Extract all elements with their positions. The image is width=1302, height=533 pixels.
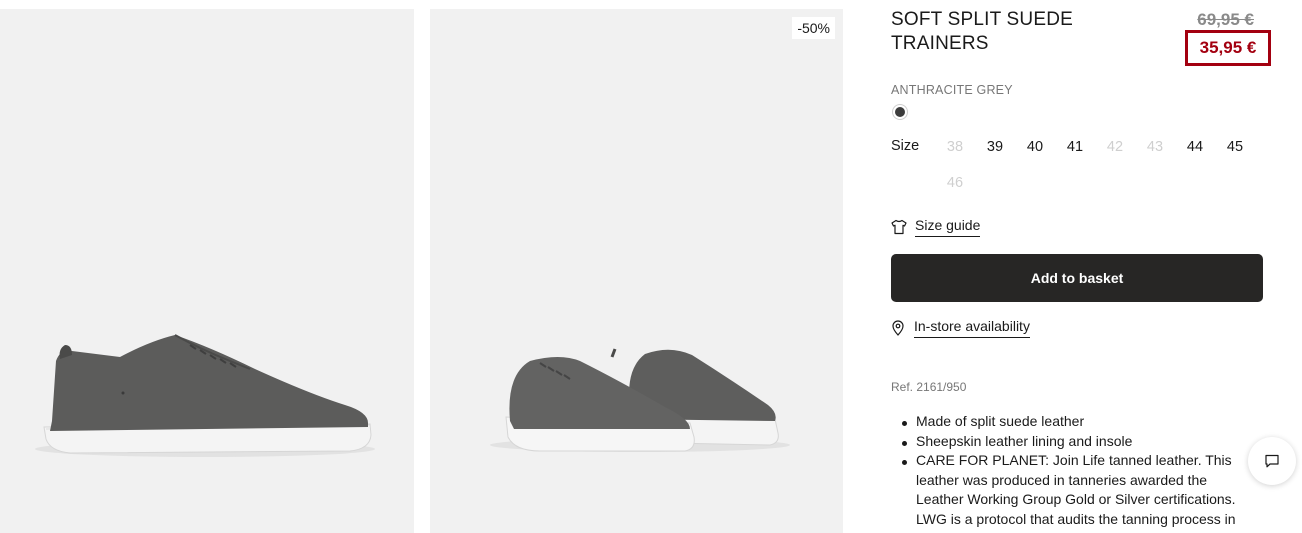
size-option-45[interactable]: 45 xyxy=(1215,138,1255,157)
feature-list: Made of split suede leather Sheepskin le… xyxy=(901,412,1241,529)
sale-price: 35,95 € xyxy=(1185,30,1271,66)
size-option-39[interactable]: 39 xyxy=(975,138,1015,157)
feature-item: CARE FOR PLANET: Join Life tanned leathe… xyxy=(901,451,1241,529)
product-title: SOFT SPLIT SUEDE TRAINERS xyxy=(891,9,1073,54)
size-option-44[interactable]: 44 xyxy=(1175,138,1215,157)
feature-item: Sheepskin leather lining and insole xyxy=(901,432,1241,452)
store-availability-link[interactable]: In-store availability xyxy=(891,318,1030,338)
add-to-basket-button[interactable]: Add to basket xyxy=(891,254,1263,302)
product-image-side[interactable] xyxy=(0,9,414,533)
size-option-43[interactable]: 43 xyxy=(1135,138,1175,157)
size-guide-link[interactable]: Size guide xyxy=(891,217,981,237)
product-info-panel: SOFT SPLIT SUEDE TRAINERS 69,95 € 35,95 … xyxy=(891,0,1271,533)
sneaker-side-illustration xyxy=(35,334,375,457)
product-image-pair[interactable]: -50% xyxy=(430,9,843,533)
feature-item: Made of split suede leather xyxy=(901,412,1241,432)
size-selector: 38 39 40 41 42 43 44 45 46 xyxy=(935,138,1255,193)
color-swatch-anthracite[interactable] xyxy=(892,104,908,120)
size-label: Size xyxy=(891,138,920,154)
size-option-38[interactable]: 38 xyxy=(935,138,975,157)
color-name: ANTHRACITE GREY xyxy=(891,83,1013,97)
tshirt-icon xyxy=(891,219,907,235)
sneaker-pair-illustration xyxy=(490,348,790,452)
size-option-42[interactable]: 42 xyxy=(1095,138,1135,157)
size-option-46[interactable]: 46 xyxy=(935,174,975,193)
original-price: 69,95 € xyxy=(1197,10,1254,29)
location-pin-icon xyxy=(892,320,904,336)
chat-icon xyxy=(1265,454,1279,468)
size-guide-label[interactable]: Size guide xyxy=(915,217,981,237)
product-reference: Ref. 2161/950 xyxy=(891,380,967,394)
store-availability-label[interactable]: In-store availability xyxy=(914,318,1030,338)
size-option-41[interactable]: 41 xyxy=(1055,138,1095,157)
chat-button[interactable] xyxy=(1248,437,1296,485)
discount-badge: -50% xyxy=(792,17,835,39)
size-option-40[interactable]: 40 xyxy=(1015,138,1055,157)
